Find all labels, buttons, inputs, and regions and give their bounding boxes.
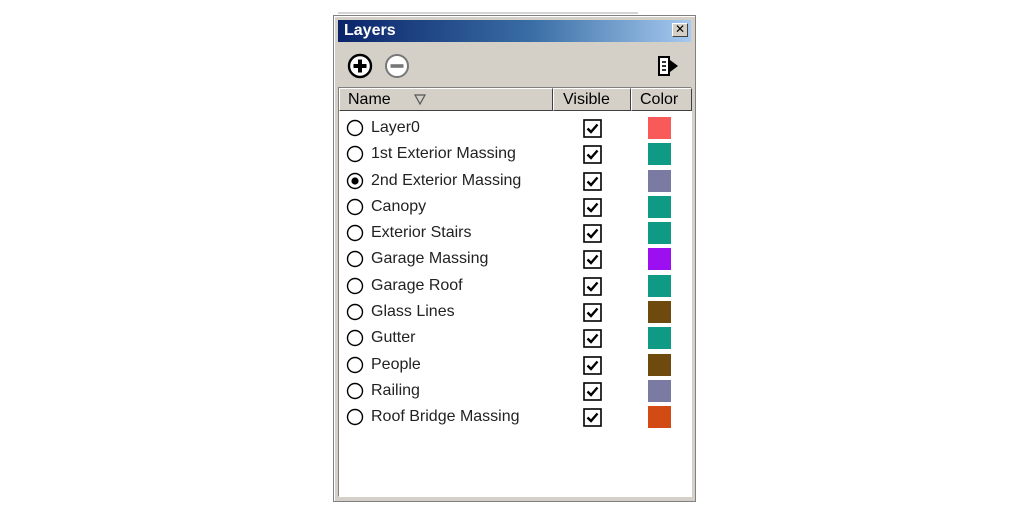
visible-checkbox[interactable] xyxy=(583,382,602,401)
title-bar[interactable]: Layers ✕ xyxy=(338,20,691,42)
layer-name[interactable]: People xyxy=(371,355,421,375)
layer-row[interactable]: Glass Lines xyxy=(339,299,691,325)
visible-checkbox[interactable] xyxy=(583,224,602,243)
layer-color-swatch[interactable] xyxy=(648,222,671,245)
layer-color-swatch[interactable] xyxy=(648,274,671,297)
window-title: Layers xyxy=(344,22,396,39)
layer-name[interactable]: Canopy xyxy=(371,197,426,217)
visible-column-label: Visible xyxy=(563,91,610,108)
layer-row[interactable]: Garage Massing xyxy=(339,246,691,272)
visible-checkbox[interactable] xyxy=(583,198,602,217)
layer-name[interactable]: Garage Massing xyxy=(371,249,488,269)
plus-circle-icon xyxy=(347,53,373,79)
layer-row[interactable]: Exterior Stairs xyxy=(339,220,691,246)
layer-color-swatch[interactable] xyxy=(648,117,671,139)
column-header-row: Name Visible Color xyxy=(339,88,692,112)
layer-row[interactable]: Railing xyxy=(339,378,691,404)
layer-color-swatch[interactable] xyxy=(648,327,671,350)
layer-row[interactable]: People xyxy=(339,352,691,378)
active-layer-radio[interactable] xyxy=(346,198,364,216)
name-column-header[interactable]: Name xyxy=(339,88,553,111)
layers-toolbar xyxy=(334,43,695,85)
active-layer-radio[interactable] xyxy=(346,277,364,295)
active-layer-radio[interactable] xyxy=(346,224,364,242)
layer-row[interactable]: Canopy xyxy=(339,194,691,220)
layers-panel: Layers ✕ Name Visible Color Layer0 1st E… xyxy=(333,15,696,502)
remove-layer-button[interactable] xyxy=(384,53,410,79)
layer-color-swatch[interactable] xyxy=(648,143,671,166)
background-window-edge xyxy=(338,12,638,14)
layer-color-swatch[interactable] xyxy=(648,301,671,324)
active-layer-radio[interactable] xyxy=(346,356,364,374)
visible-checkbox[interactable] xyxy=(583,355,602,375)
layer-name[interactable]: Roof Bridge Massing xyxy=(371,407,520,427)
layer-row[interactable]: 1st Exterior Massing xyxy=(339,141,691,167)
active-layer-radio[interactable] xyxy=(346,329,364,347)
layer-name[interactable]: Layer0 xyxy=(371,118,420,138)
layer-name[interactable]: Exterior Stairs xyxy=(371,223,471,243)
layer-row[interactable]: Layer0 xyxy=(339,115,691,141)
active-layer-radio[interactable] xyxy=(346,145,364,163)
layer-name[interactable]: Railing xyxy=(371,381,420,401)
layer-color-swatch[interactable] xyxy=(648,406,671,429)
active-layer-radio[interactable] xyxy=(346,408,364,426)
color-column-header[interactable]: Color xyxy=(631,88,692,111)
layer-rows: Layer0 1st Exterior Massing 2nd Exterior M… xyxy=(339,115,691,431)
layer-row[interactable]: Garage Roof xyxy=(339,273,691,299)
visible-column-header[interactable]: Visible xyxy=(553,88,631,111)
layer-name[interactable]: 2nd Exterior Massing xyxy=(371,171,521,191)
layer-row[interactable]: 2nd Exterior Massing xyxy=(339,168,691,194)
sort-down-triangle-icon xyxy=(414,94,426,106)
minus-circle-icon xyxy=(385,54,409,78)
layer-name[interactable]: Gutter xyxy=(371,328,415,348)
layer-name[interactable]: 1st Exterior Massing xyxy=(371,144,516,164)
color-column-label: Color xyxy=(640,91,679,108)
layer-color-swatch[interactable] xyxy=(648,195,671,218)
close-icon: ✕ xyxy=(674,22,686,36)
active-layer-radio[interactable] xyxy=(346,172,364,190)
visible-checkbox[interactable] xyxy=(583,145,602,165)
visible-checkbox[interactable] xyxy=(583,276,602,296)
name-column-label: Name xyxy=(348,91,391,108)
visible-checkbox[interactable] xyxy=(583,171,602,191)
layer-row[interactable]: Gutter xyxy=(339,325,691,351)
layer-color-swatch[interactable] xyxy=(648,248,671,271)
details-arrow-icon xyxy=(658,56,678,76)
active-layer-radio[interactable] xyxy=(346,382,364,400)
layers-list: Name Visible Color Layer0 1st Exterior Ma… xyxy=(338,87,692,497)
active-layer-radio[interactable] xyxy=(346,119,364,137)
layer-name[interactable]: Garage Roof xyxy=(371,276,463,296)
layer-name[interactable]: Glass Lines xyxy=(371,302,455,322)
close-button[interactable]: ✕ xyxy=(672,23,688,37)
layer-color-swatch[interactable] xyxy=(648,353,671,376)
add-layer-button[interactable] xyxy=(347,53,373,79)
visible-checkbox[interactable] xyxy=(583,329,602,349)
details-button[interactable] xyxy=(656,53,680,79)
visible-checkbox[interactable] xyxy=(583,303,602,322)
visible-checkbox[interactable] xyxy=(583,250,602,270)
active-layer-radio[interactable] xyxy=(346,303,364,321)
layer-color-swatch[interactable] xyxy=(648,379,671,402)
layer-row[interactable]: Roof Bridge Massing xyxy=(339,404,691,430)
visible-checkbox[interactable] xyxy=(583,119,602,138)
active-layer-radio[interactable] xyxy=(346,250,364,268)
layer-color-swatch[interactable] xyxy=(648,169,671,192)
visible-checkbox[interactable] xyxy=(583,408,602,428)
